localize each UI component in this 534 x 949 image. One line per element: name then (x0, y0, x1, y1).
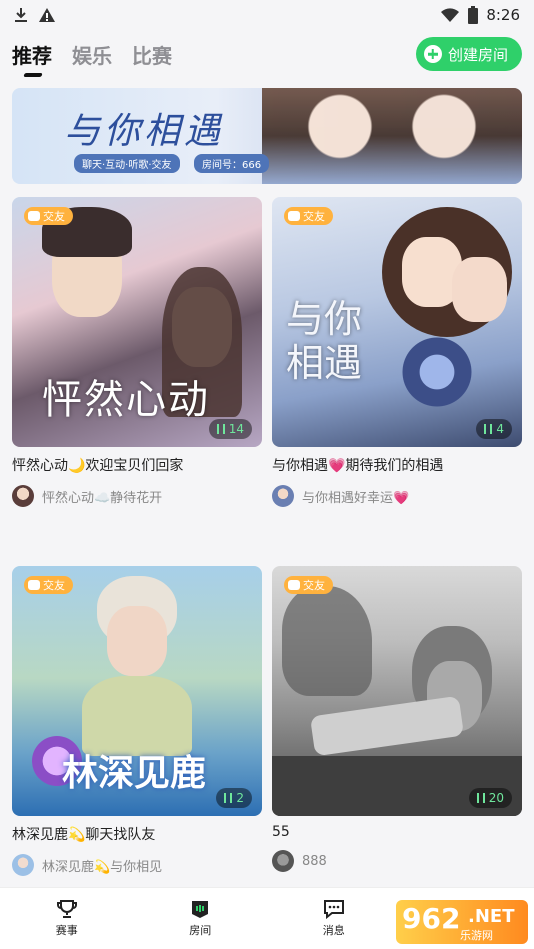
avatar (272, 485, 294, 507)
room-title: 林深见鹿💫聊天找队友 (12, 827, 156, 843)
room-cover: 林深见鹿 交友 2 (12, 566, 262, 816)
audio-bars-icon (216, 424, 225, 434)
trophy-icon (56, 900, 77, 918)
nav-events[interactable]: 赛事 (0, 888, 134, 949)
chat-icon (288, 211, 300, 221)
room-card[interactable]: 林深见鹿 交友 2 林深见鹿💫聊天找队友 林深见鹿💫与你相见 (12, 566, 262, 876)
listener-count: 4 (476, 419, 512, 439)
nav-events-label: 赛事 (55, 924, 78, 937)
banner-room-number: 房间号：666 (194, 154, 270, 173)
host-name: 与你相遇好幸运💗 (302, 490, 410, 506)
watermark-text: 乐游网 (460, 929, 493, 942)
room-card[interactable]: 与你相遇 交友 4 与你相遇💗期待我们的相遇 与你相遇好幸运💗 (272, 197, 522, 507)
chat-icon (288, 580, 300, 590)
audio-bars-icon (476, 793, 485, 803)
host-name: 林深见鹿💫与你相见 (42, 859, 163, 875)
listener-count: 14 (208, 419, 252, 439)
room-tag: 交友 (284, 207, 333, 225)
tab-recommended[interactable]: 推荐 (12, 40, 52, 69)
listener-count: 2 (216, 788, 252, 808)
watermark-number: 962 (402, 902, 461, 935)
battery-icon (468, 6, 479, 24)
room-cover: 怦然心动 交友 14 (12, 197, 262, 447)
chat-icon (28, 211, 40, 221)
audio-bars-icon (224, 793, 233, 803)
category-tabs: 推荐 娱乐 比赛 (12, 40, 172, 69)
listener-count: 20 (468, 788, 512, 808)
chat-icon (28, 580, 40, 590)
room-host: 怦然心动☁️静待花开 (12, 485, 262, 507)
avatar (12, 854, 34, 876)
nav-rooms-label: 房间 (189, 924, 212, 937)
plus-icon (423, 45, 442, 63)
room-card[interactable]: 交友 20 55 888 (272, 566, 522, 872)
watermark-net: .NET (468, 906, 515, 927)
room-cover: 与你相遇 交友 4 (272, 197, 522, 447)
top-header: 推荐 娱乐 比赛 创建房间 (0, 30, 534, 78)
status-time: 8:26 (486, 6, 520, 24)
download-icon (15, 8, 27, 22)
create-room-label: 创建房间 (447, 45, 508, 64)
room-title: 55 (272, 824, 290, 840)
status-bar: 8:26 (0, 0, 534, 30)
site-watermark: 962 .NET 乐游网 (396, 900, 528, 944)
room-title: 与你相遇💗期待我们的相遇 (272, 458, 444, 474)
room-cover-text: 与你相遇 (286, 297, 363, 385)
room-tag: 交友 (24, 576, 73, 594)
wifi-icon (441, 8, 460, 22)
nav-messages[interactable]: 消息 (267, 888, 401, 949)
avatar (272, 850, 294, 872)
avatar (12, 485, 34, 507)
tab-competition[interactable]: 比赛 (132, 40, 172, 69)
room-cover-text: 林深见鹿 (62, 752, 207, 794)
nav-rooms[interactable]: 房间 (134, 888, 268, 949)
room-cover-text: 怦然心动 (42, 377, 210, 423)
promo-banner[interactable]: 与你相遇 聊天·互动·听歌·交友 房间号：666 (12, 88, 522, 184)
message-icon (323, 900, 344, 919)
room-tag: 交友 (24, 207, 73, 225)
create-room-button[interactable]: 创建房间 (415, 37, 522, 71)
room-card[interactable]: 怦然心动 交友 14 怦然心动🌙欢迎宝贝们回家 怦然心动☁️静待花开 (12, 197, 262, 507)
room-host: 888 (272, 850, 522, 872)
audio-bars-icon (484, 424, 493, 434)
room-cover: 交友 20 (272, 566, 522, 816)
banner-subtitle: 聊天·互动·听歌·交友 (74, 154, 180, 173)
room-title: 怦然心动🌙欢迎宝贝们回家 (12, 458, 184, 474)
room-tag: 交友 (284, 576, 333, 594)
room-icon (192, 901, 209, 918)
host-name: 888 (302, 853, 327, 869)
warning-icon (39, 8, 55, 22)
room-host: 与你相遇好幸运💗 (272, 485, 522, 507)
tab-entertainment[interactable]: 娱乐 (72, 40, 112, 69)
nav-messages-label: 消息 (322, 924, 345, 937)
banner-title: 与你相遇 (64, 111, 225, 152)
banner-illustration (262, 88, 522, 184)
host-name: 怦然心动☁️静待花开 (42, 490, 163, 506)
room-host: 林深见鹿💫与你相见 (12, 854, 262, 876)
